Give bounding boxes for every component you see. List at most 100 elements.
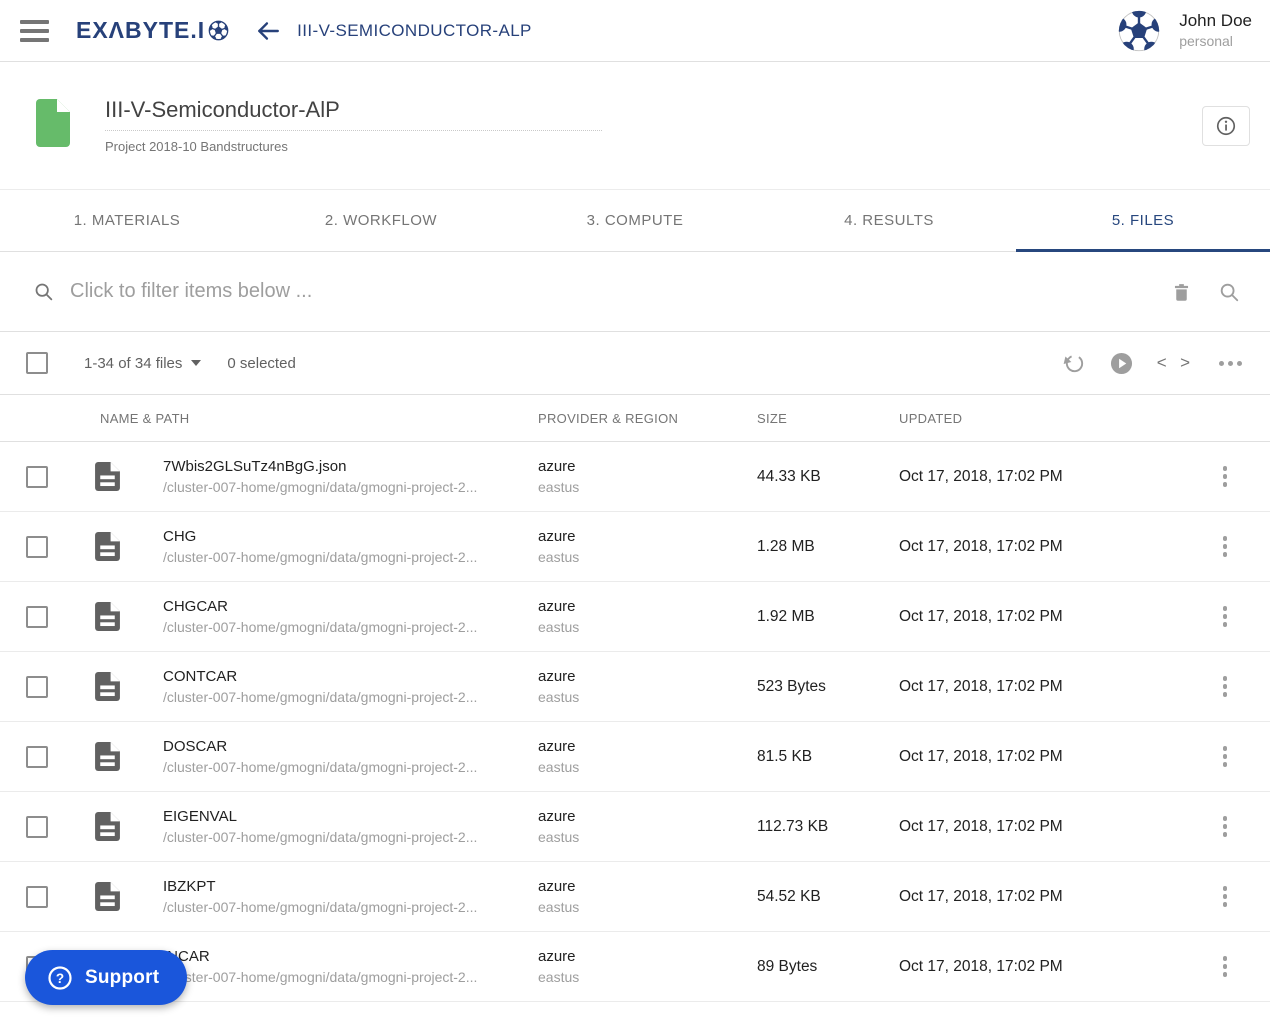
file-path: /cluster-007-home/gmogni/data/gmogni-pro…: [163, 479, 478, 495]
info-button[interactable]: [1202, 105, 1250, 146]
table-row[interactable]: KPOINTS: [0, 1002, 1270, 1022]
file-path: /cluster-007-home/gmogni/data/gmogni-pro…: [163, 549, 478, 565]
logo-soccer-ball-icon: [208, 20, 229, 41]
file-updated: Oct 17, 2018, 17:02 PM: [899, 957, 1063, 975]
provider: azure: [538, 528, 576, 545]
app-header: EXΛBYTE.I III-V-SEMICONDUCTOR-ALP John D…: [0, 0, 1270, 62]
pagination-dropdown[interactable]: 1-34 of 34 files: [84, 355, 202, 372]
table-row[interactable]: CONTCAR /cluster-007-home/gmogni/data/gm…: [0, 652, 1270, 722]
tab-materials[interactable]: 1. MATERIALS: [0, 190, 254, 251]
row-checkbox[interactable]: [26, 885, 48, 908]
table-row[interactable]: EIGENVAL /cluster-007-home/gmogni/data/g…: [0, 792, 1270, 862]
region: eastus: [538, 689, 580, 705]
file-name: 7Wbis2GLSuTz4nBgG.json: [163, 458, 347, 475]
search-button[interactable]: [1218, 281, 1240, 303]
file-updated: Oct 17, 2018, 17:02 PM: [899, 747, 1063, 765]
menu-icon[interactable]: [20, 19, 50, 42]
column-updated[interactable]: UPDATED: [899, 411, 1180, 426]
refresh-icon: [1063, 354, 1083, 372]
list-toolbar: 1-34 of 34 files 0 selected < >: [0, 332, 1270, 395]
avatar[interactable]: [1117, 9, 1161, 53]
file-updated: Oct 17, 2018, 17:02 PM: [899, 467, 1063, 485]
support-button[interactable]: ? Support: [25, 950, 188, 1005]
row-checkbox[interactable]: [26, 675, 48, 698]
file-updated: Oct 17, 2018, 17:02 PM: [899, 537, 1063, 555]
row-menu-button[interactable]: [1219, 952, 1232, 981]
file-name: EIGENVAL: [163, 808, 237, 825]
file-size: 523 Bytes: [757, 677, 826, 695]
row-menu-button[interactable]: [1219, 532, 1232, 561]
row-menu-button[interactable]: [1219, 672, 1232, 701]
tab-compute[interactable]: 3. COMPUTE: [508, 190, 762, 251]
back-arrow-icon[interactable]: [255, 18, 281, 44]
tab-workflow[interactable]: 2. WORKFLOW: [254, 190, 508, 251]
tab-results[interactable]: 4. RESULTS: [762, 190, 1016, 251]
provider: azure: [538, 458, 576, 475]
more-horizontal-icon: [1219, 360, 1242, 366]
file-name: CHG: [163, 528, 197, 545]
row-checkbox[interactable]: [26, 745, 48, 768]
region: eastus: [538, 619, 580, 635]
file-path: /cluster-007-home/gmogni/data/gmogni-pro…: [163, 969, 478, 985]
filter-input[interactable]: [70, 280, 1171, 303]
file-name: DOSCAR: [163, 738, 228, 755]
file-size: 112.73 KB: [757, 817, 829, 835]
help-icon: ?: [48, 965, 72, 990]
file-size: 89 Bytes: [757, 957, 818, 975]
row-menu-button[interactable]: [1219, 602, 1232, 631]
row-checkbox[interactable]: [26, 605, 48, 628]
row-menu-button[interactable]: [1219, 812, 1232, 841]
file-name: IBZKPT: [163, 878, 216, 895]
tab-files[interactable]: 5. FILES: [1016, 190, 1270, 252]
user-menu[interactable]: John Doe personal: [1117, 9, 1252, 53]
file-icon: [94, 602, 120, 631]
column-name-path[interactable]: NAME & PATH: [74, 411, 538, 426]
logo-text: EXΛBYTE.I: [76, 17, 206, 43]
provider: azure: [538, 808, 576, 825]
file-path: /cluster-007-home/gmogni/data/gmogni-pro…: [163, 619, 478, 635]
table-row[interactable]: DOSCAR /cluster-007-home/gmogni/data/gmo…: [0, 722, 1270, 792]
file-size: 44.33 KB: [757, 467, 821, 485]
exabyte-logo[interactable]: EXΛBYTE.I: [76, 17, 229, 44]
more-actions-button[interactable]: [1219, 360, 1242, 366]
trash-icon: [1174, 283, 1189, 301]
file-updated: Oct 17, 2018, 17:02 PM: [899, 887, 1063, 905]
project-header: III-V-Semiconductor-AlP Project 2018-10 …: [0, 62, 1270, 190]
file-icon: [94, 742, 120, 771]
project-title[interactable]: III-V-Semiconductor-AlP: [105, 97, 602, 131]
column-size[interactable]: SIZE: [757, 411, 899, 426]
run-button[interactable]: [1110, 352, 1133, 375]
column-provider-region[interactable]: PROVIDER & REGION: [538, 411, 757, 426]
play-icon: [1110, 352, 1132, 374]
table-row[interactable]: CHGCAR /cluster-007-home/gmogni/data/gmo…: [0, 582, 1270, 652]
table-row[interactable]: 7Wbis2GLSuTz4nBgG.json /cluster-007-home…: [0, 442, 1270, 512]
chevron-down-icon: [191, 360, 202, 366]
file-size: 81.5 KB: [757, 747, 813, 765]
region: eastus: [538, 479, 580, 495]
table-row[interactable]: CHG /cluster-007-home/gmogni/data/gmogni…: [0, 512, 1270, 582]
file-icon: [94, 672, 120, 701]
file-icon: [94, 532, 120, 561]
breadcrumb: III-V-SEMICONDUCTOR-ALP: [297, 20, 532, 40]
search-icon: [35, 283, 53, 301]
code-button[interactable]: < >: [1157, 353, 1195, 373]
file-size: 1.28 MB: [757, 537, 815, 555]
table-header: NAME & PATH PROVIDER & REGION SIZE UPDAT…: [0, 395, 1270, 442]
refresh-button[interactable]: [1063, 352, 1086, 375]
row-checkbox[interactable]: [26, 535, 48, 558]
row-checkbox[interactable]: [26, 465, 48, 488]
row-menu-button[interactable]: [1219, 882, 1232, 911]
table-row[interactable]: IBZKPT /cluster-007-home/gmogni/data/gmo…: [0, 862, 1270, 932]
file-icon: [94, 812, 120, 841]
file-icon: [94, 882, 120, 911]
file-size: 1.92 MB: [757, 607, 815, 625]
row-checkbox[interactable]: [26, 815, 48, 838]
row-menu-button[interactable]: [1219, 462, 1232, 491]
table-row[interactable]: INCAR /cluster-007-home/gmogni/data/gmog…: [0, 932, 1270, 1002]
select-all-checkbox[interactable]: [26, 352, 48, 374]
search-icon: [1220, 283, 1239, 301]
row-menu-button[interactable]: [1219, 742, 1232, 771]
delete-button[interactable]: [1171, 281, 1192, 303]
region: eastus: [538, 759, 580, 775]
file-size: 54.52 KB: [757, 887, 821, 905]
